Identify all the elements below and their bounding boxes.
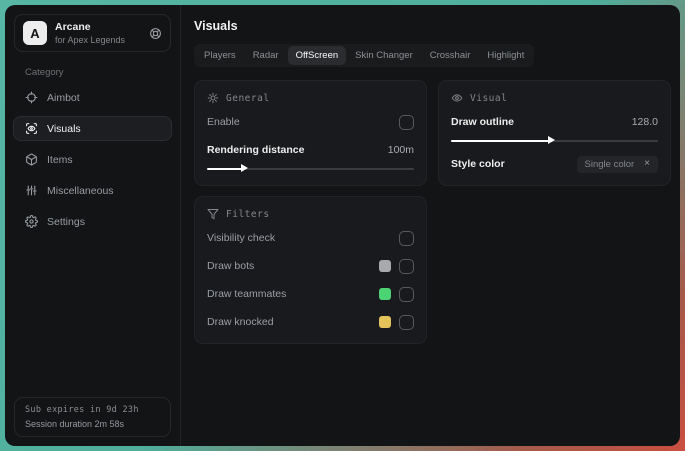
draw-teammates-color-swatch[interactable] bbox=[379, 288, 391, 300]
close-icon[interactable]: × bbox=[644, 159, 650, 169]
app-subtitle: for Apex Legends bbox=[55, 35, 126, 45]
scan-eye-icon bbox=[25, 122, 38, 135]
row-visibility-check: Visibility check bbox=[207, 228, 414, 248]
crosshair-icon bbox=[25, 91, 38, 104]
panel-header: General bbox=[207, 92, 414, 104]
sliders-icon bbox=[25, 184, 38, 197]
row-controls bbox=[379, 286, 414, 302]
sidebar-item-label: Settings bbox=[47, 215, 85, 228]
row-label: Draw teammates bbox=[207, 288, 287, 300]
row-label: Draw outline bbox=[451, 116, 515, 128]
category-label: Category bbox=[25, 67, 64, 78]
tab-offscreen[interactable]: OffScreen bbox=[287, 46, 347, 65]
funnel-icon bbox=[207, 208, 219, 220]
draw-outline-slider[interactable] bbox=[451, 136, 658, 146]
cube-icon bbox=[25, 153, 38, 166]
tab-players[interactable]: Players bbox=[196, 46, 244, 65]
slider-thumb[interactable] bbox=[241, 164, 249, 172]
panel-title: Filters bbox=[226, 208, 270, 220]
lifebuoy-icon[interactable] bbox=[149, 27, 162, 40]
sub-expiry-text: Sub expires in 9d 23h bbox=[25, 405, 139, 415]
logo-text: Arcane for Apex Legends bbox=[55, 21, 141, 45]
row-label: Draw bots bbox=[207, 260, 255, 272]
draw-outline-value: 128.0 bbox=[631, 116, 658, 128]
style-color-select[interactable]: Single color × bbox=[576, 155, 658, 173]
panel-title: Visual bbox=[470, 92, 508, 104]
sidebar-item-label: Visuals bbox=[47, 122, 81, 135]
sun-icon bbox=[207, 92, 219, 104]
app-logo: A bbox=[23, 21, 47, 45]
row-draw-knocked: Draw knocked bbox=[207, 312, 414, 332]
eye-icon bbox=[451, 92, 463, 104]
slider-fill bbox=[207, 167, 244, 170]
sidebar-item-visuals[interactable]: Visuals bbox=[13, 116, 172, 141]
slider-fill bbox=[451, 139, 550, 142]
rendering-distance-slider[interactable] bbox=[207, 164, 414, 174]
tab-radar[interactable]: Radar bbox=[245, 46, 287, 65]
page-title: Visuals bbox=[194, 19, 238, 33]
panel-filters: Filters Visibility check Draw bots Draw tea… bbox=[194, 196, 427, 344]
row-label: Rendering distance bbox=[207, 144, 305, 156]
panel-header: Filters bbox=[207, 208, 414, 220]
row-controls bbox=[399, 114, 414, 130]
panel-visual: Visual Draw outline 128.0 Style color Single… bbox=[438, 80, 671, 186]
visibility-check-checkbox[interactable] bbox=[399, 230, 414, 246]
sidebar: A Arcane for Apex Legends Category Aimbo… bbox=[5, 5, 181, 446]
row-label: Draw knocked bbox=[207, 316, 274, 328]
row-rendering-distance: Rendering distance 100m bbox=[207, 140, 414, 160]
row-label: Style color bbox=[451, 158, 505, 170]
row-label: Visibility check bbox=[207, 232, 276, 244]
row-controls bbox=[379, 314, 414, 330]
panels-area: General Enable Rendering distance 100m Filte… bbox=[194, 80, 671, 344]
slider-thumb[interactable] bbox=[547, 136, 555, 144]
panel-general: General Enable Rendering distance 100m bbox=[194, 80, 427, 186]
sidebar-nav: Aimbot Visuals Items Miscellaneous Settings bbox=[5, 82, 180, 237]
row-style-color: Style color Single color × bbox=[451, 154, 658, 174]
panel-header: Visual bbox=[451, 92, 658, 104]
gear-icon bbox=[25, 215, 38, 228]
chip-label: Single color bbox=[584, 158, 635, 170]
row-controls: 100m bbox=[388, 144, 414, 156]
logo-card: A Arcane for Apex Legends bbox=[14, 14, 171, 52]
sidebar-item-settings[interactable]: Settings bbox=[13, 209, 172, 234]
draw-teammates-checkbox[interactable] bbox=[399, 286, 414, 302]
row-draw-teammates: Draw teammates bbox=[207, 284, 414, 304]
app-window: A Arcane for Apex Legends Category Aimbo… bbox=[5, 5, 680, 446]
draw-bots-checkbox[interactable] bbox=[399, 258, 414, 274]
session-duration-text: Session duration 2m 58s bbox=[25, 419, 125, 429]
draw-bots-color-swatch[interactable] bbox=[379, 260, 391, 272]
panel-title: General bbox=[226, 92, 270, 104]
sidebar-item-label: Items bbox=[47, 153, 73, 166]
draw-knocked-color-swatch[interactable] bbox=[379, 316, 391, 328]
row-controls bbox=[379, 258, 414, 274]
row-draw-bots: Draw bots bbox=[207, 256, 414, 276]
row-draw-outline: Draw outline 128.0 bbox=[451, 112, 658, 132]
row-controls: Single color × bbox=[576, 155, 658, 173]
tab-skin-changer[interactable]: Skin Changer bbox=[347, 46, 421, 65]
tab-highlight[interactable]: Highlight bbox=[479, 46, 532, 65]
enable-checkbox[interactable] bbox=[399, 114, 414, 130]
sidebar-item-aimbot[interactable]: Aimbot bbox=[13, 85, 172, 110]
row-controls bbox=[399, 230, 414, 246]
subscription-info: Sub expires in 9d 23h Session duration 2… bbox=[14, 397, 171, 437]
tab-bar: Players Radar OffScreen Skin Changer Crossha… bbox=[194, 44, 535, 67]
rendering-distance-value: 100m bbox=[387, 144, 414, 156]
sidebar-item-miscellaneous[interactable]: Miscellaneous bbox=[13, 178, 172, 203]
right-column: Visual Draw outline 128.0 Style color Single… bbox=[438, 80, 671, 186]
sidebar-item-items[interactable]: Items bbox=[13, 147, 172, 172]
left-column: General Enable Rendering distance 100m Filte… bbox=[194, 80, 427, 344]
draw-knocked-checkbox[interactable] bbox=[399, 314, 414, 330]
sidebar-item-label: Aimbot bbox=[47, 91, 80, 104]
tab-crosshair[interactable]: Crosshair bbox=[422, 46, 479, 65]
row-enable: Enable bbox=[207, 112, 414, 132]
app-title: Arcane bbox=[55, 21, 91, 33]
main-content: Visuals Players Radar OffScreen Skin Change… bbox=[181, 5, 680, 446]
row-controls: 128.0 bbox=[632, 116, 658, 128]
row-label: Enable bbox=[207, 116, 240, 128]
sidebar-item-label: Miscellaneous bbox=[47, 184, 114, 197]
